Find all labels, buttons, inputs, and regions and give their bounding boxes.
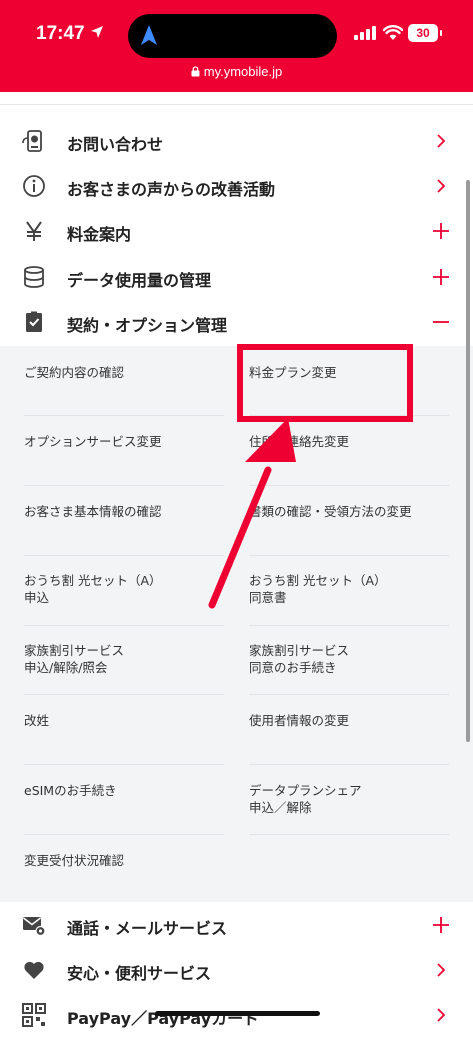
divider [249,764,449,765]
minus-icon [433,321,449,323]
submenu-item-hikari-set-apply[interactable]: おうち割 光セット（A） 申込 [24,572,162,606]
menu-item-data-usage[interactable]: データ使用量の管理 [0,255,473,301]
qr-code-icon [22,1003,46,1027]
submenu-item-label: データプランシェア [249,783,362,798]
submenu-item-label: 家族割引サービス [249,643,350,658]
submenu-item-option-change[interactable]: オプションサービス変更 [24,433,162,450]
submenu-item-label-line2: 同意書 [249,590,287,605]
submenu-item-contract-check[interactable]: ご契約内容の確認 [24,364,124,381]
submenu-item-label: ご契約内容の確認 [24,365,125,380]
submenu-item-hikari-set-consent[interactable]: おうち割 光セット（A） 同意書 [249,572,387,606]
highlight-box [237,344,413,422]
heart-icon [24,961,44,979]
menu-item-label: お客さまの声からの改善活動 [67,180,276,199]
divider [249,834,449,835]
submenu-item-family-discount-consent[interactable]: 家族割引サービス 同意のお手続き [249,642,349,676]
submenu-item-label: 家族割引サービス [24,643,125,658]
menu-item-pricing[interactable]: 料金案内 [0,209,473,255]
database-icon [24,266,44,288]
plus-icon [433,917,449,933]
contract-options-submenu: ご契約内容の確認 料金プラン変更 オプションサービス変更 住所・連絡先変更 お客… [0,346,473,902]
status-bar: 17:47 30 my.ymobile.jp [0,0,473,92]
url-bar[interactable]: my.ymobile.jp [0,64,473,79]
navigation-icon [141,25,157,45]
divider [24,485,224,486]
submenu-item-label: おうち割 光セット（A） [24,573,162,588]
chevron-right-icon [437,963,446,977]
menu-item-contract-options[interactable]: 契約・オプション管理 [0,300,473,346]
submenu-item-family-discount-apply[interactable]: 家族割引サービス 申込/解除/照会 [24,642,124,676]
url-text: my.ymobile.jp [203,64,283,79]
divider [0,104,473,105]
plus-icon [433,223,449,239]
home-indicator[interactable] [155,1011,320,1016]
status-time: 17:47 [36,23,85,44]
divider [249,555,449,556]
menu-item-paypay[interactable]: PayPay／PayPayカード [0,993,473,1039]
submenu-item-esim[interactable]: eSIMのお手続き [24,782,117,799]
menu-item-label: 契約・オプション管理 [67,316,228,335]
chevron-right-icon [437,1008,446,1022]
divider [249,485,449,486]
menu-item-label: データ使用量の管理 [67,271,212,290]
submenu-item-label: eSIMのお手続き [24,783,117,798]
submenu-item-data-plan-share[interactable]: データプランシェア 申込／解除 [249,782,362,816]
menu-item-call-mail[interactable]: 通話・メールサービス [0,903,473,949]
chevron-right-icon [437,134,446,148]
divider [24,415,224,416]
submenu-item-label: 住所・連絡先変更 [249,434,350,449]
submenu-item-label: 変更受付状況確認 [24,853,125,868]
submenu-item-label: オプションサービス変更 [24,434,162,449]
submenu-item-address-change[interactable]: 住所・連絡先変更 [249,433,349,450]
battery-cap [440,30,442,36]
submenu-item-label-line2: 申込 [24,590,50,605]
submenu-item-customer-info[interactable]: お客さま基本情報の確認 [24,503,162,520]
mail-gear-icon [23,917,46,937]
divider [24,694,224,695]
submenu-item-label: お客さま基本情報の確認 [24,504,162,519]
battery-indicator: 30 [408,24,438,42]
submenu-item-label-line2: 申込/解除/照会 [24,660,108,675]
wifi-icon [383,25,403,40]
location-arrow-icon [91,26,103,38]
divider [24,625,224,626]
menu-item-label: PayPay／PayPayカード [67,1009,260,1028]
divider [24,834,224,835]
menu-item-safety-services[interactable]: 安心・便利サービス [0,948,473,994]
cellular-signal-icon [354,26,376,40]
submenu-item-label: 使用者情報の変更 [249,713,350,728]
submenu-item-label-line2: 同意のお手続き [249,660,337,675]
menu-item-label: お問い合わせ [67,135,164,154]
support-phone-icon [22,130,42,152]
divider [249,625,449,626]
divider [249,694,449,695]
menu-item-contact[interactable]: お問い合わせ [0,119,473,165]
lock-icon [191,66,200,77]
menu-item-improvement[interactable]: お客さまの声からの改善活動 [0,164,473,210]
yen-icon [26,221,42,241]
plus-icon [433,269,449,285]
divider [24,555,224,556]
contract-check-icon [26,311,42,332]
info-circle-icon [23,175,45,197]
submenu-item-name-change[interactable]: 改姓 [24,712,49,729]
submenu-item-label: 書類の確認・受領方法の変更 [249,504,412,519]
submenu-item-documents[interactable]: 書類の確認・受領方法の変更 [249,503,412,520]
scrollbar[interactable] [466,180,470,742]
submenu-item-label: おうち割 光セット（A） [249,573,387,588]
dynamic-island [128,14,337,58]
chevron-right-icon [437,179,446,193]
menu-item-label: 安心・便利サービス [67,964,212,983]
submenu-item-change-status[interactable]: 変更受付状況確認 [24,852,124,869]
submenu-item-label-line2: 申込／解除 [249,800,312,815]
submenu-item-label: 改姓 [24,713,50,728]
menu-item-label: 通話・メールサービス [67,919,228,938]
submenu-item-user-info-change[interactable]: 使用者情報の変更 [249,712,349,729]
divider [24,764,224,765]
menu-item-label: 料金案内 [67,225,132,244]
